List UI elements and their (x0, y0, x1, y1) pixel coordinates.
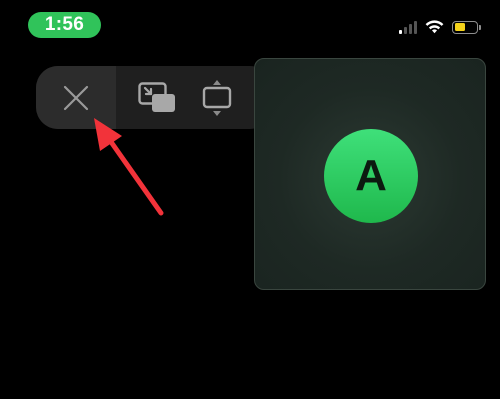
close-button[interactable] (36, 66, 116, 129)
close-icon (63, 85, 89, 110)
return-to-app-icon (138, 81, 175, 112)
status-time: 1:56 (28, 12, 101, 38)
signal-icon (399, 20, 417, 34)
avatar: A (324, 129, 418, 223)
status-icons (399, 18, 481, 36)
battery-level (454, 23, 465, 31)
pip-toolbar (36, 66, 272, 129)
battery-icon (452, 20, 481, 34)
wifi-icon (425, 20, 444, 34)
pip-window[interactable]: A (254, 58, 486, 290)
return-to-app-button[interactable] (116, 66, 198, 129)
resize-icon (202, 79, 232, 116)
